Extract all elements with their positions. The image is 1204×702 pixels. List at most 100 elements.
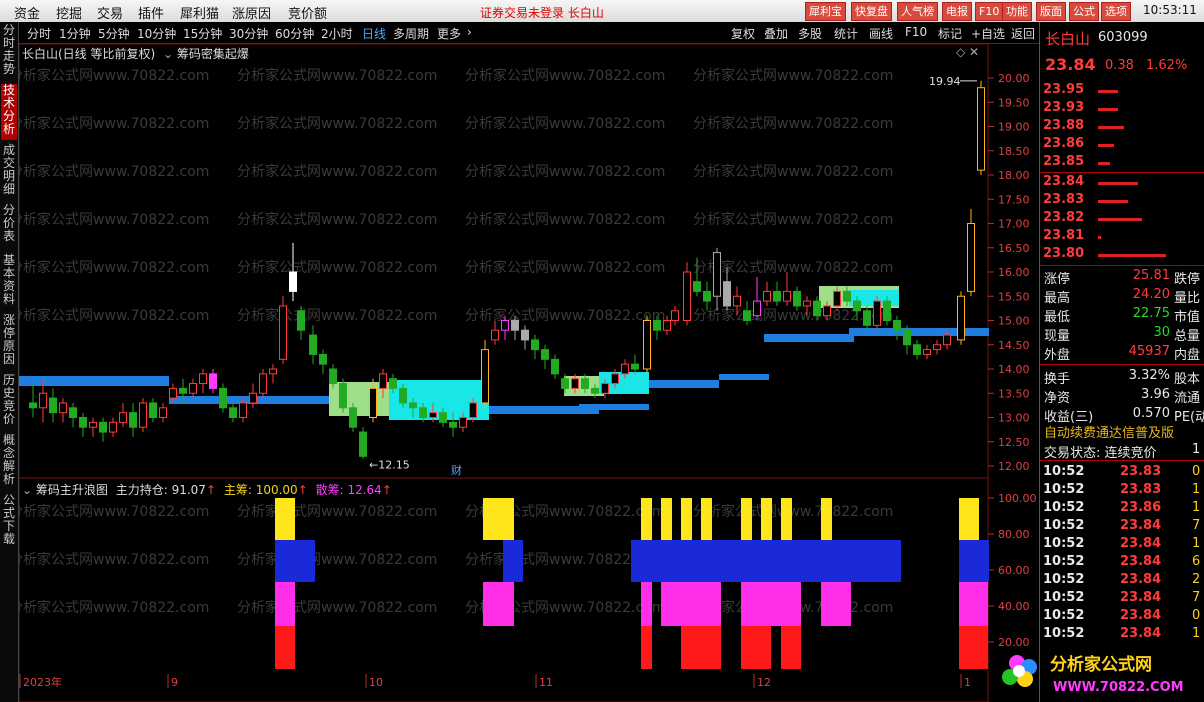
bid-volume-bar	[1098, 236, 1101, 239]
indicator-bar	[959, 626, 988, 669]
tool-overlay[interactable]: 叠加	[764, 25, 788, 42]
tick-price: 23.84	[1120, 626, 1162, 641]
btn-review[interactable]: 快复盘	[851, 2, 892, 21]
indicator-bar	[741, 582, 801, 626]
quote-value: 0.570	[1132, 406, 1170, 421]
quote-value: 25.81	[1132, 268, 1170, 283]
candle-body	[611, 373, 619, 385]
btn-f10[interactable]: F10	[975, 2, 1004, 21]
tool-mark[interactable]: 标记	[938, 25, 962, 42]
logo-cn: 分析家公式网	[1050, 654, 1152, 675]
tab-basic-info[interactable]: 基本资料	[1, 254, 17, 310]
kline-chart[interactable]: 分析家公式网www.70822.com 分析家公式网www.70822.com 分析…	[19, 44, 1039, 478]
ask-price: 23.86	[1043, 136, 1085, 151]
candle-body	[663, 320, 671, 331]
price-axis-label: 12.50	[998, 436, 1030, 449]
tool-back[interactable]: 返回	[1011, 25, 1035, 42]
tool-f10[interactable]: F10	[905, 25, 927, 39]
candle-body	[501, 320, 509, 331]
period-5min[interactable]: 5分钟	[98, 25, 130, 42]
period-2h[interactable]: 2小时	[321, 25, 353, 42]
tab-intraday[interactable]: 分时走势	[1, 24, 17, 80]
menu-plugins[interactable]: 插件	[138, 3, 164, 22]
tool-restore-rights[interactable]: 复权	[731, 25, 755, 42]
tab-formula-download[interactable]: 公式下载	[1, 494, 17, 550]
price-change: 0.38	[1105, 58, 1134, 73]
candle-body	[853, 300, 861, 312]
watermark-text: 分析家公式网www.70822.com	[237, 67, 437, 84]
tool-stats[interactable]: 统计	[834, 25, 858, 42]
chevron-down-icon[interactable]: ⌄	[163, 47, 173, 61]
btn-xilibao[interactable]: 犀利宝	[805, 2, 846, 21]
tool-multi-stock[interactable]: 多股	[798, 25, 822, 42]
period-1min[interactable]: 1分钟	[59, 25, 91, 42]
menu-mining[interactable]: 挖掘	[56, 3, 82, 22]
indicator-chart[interactable]: 分析家公式网www.70822.com 分析家公式网www.70822.com 分析…	[19, 478, 1039, 702]
candle-body	[763, 290, 771, 302]
indicator-bar	[821, 498, 832, 540]
menu-funds[interactable]: 资金	[14, 3, 40, 22]
ask-price: 23.88	[1043, 118, 1085, 133]
btn-hot-list[interactable]: 人气榜	[897, 2, 938, 21]
watermark-text: 分析家公式网www.70822.com	[19, 599, 209, 616]
candle-body	[179, 387, 187, 394]
quote-label: 最高	[1044, 291, 1071, 306]
candle-body	[703, 290, 711, 302]
btn-telegram[interactable]: 电报	[942, 2, 972, 21]
period-intraday[interactable]: 分时	[27, 25, 51, 42]
btn-layout[interactable]: 版面	[1036, 2, 1066, 21]
period-30min[interactable]: 30分钟	[229, 25, 268, 42]
watermark-text: 分析家公式网www.70822.com	[19, 503, 209, 520]
period-15min[interactable]: 15分钟	[183, 25, 222, 42]
tab-limit-reason[interactable]: 涨停原因	[1, 314, 17, 370]
period-daily[interactable]: 日线	[362, 25, 386, 42]
candle-body	[601, 383, 609, 394]
btn-options[interactable]: 选项	[1101, 2, 1131, 21]
tab-history-bid[interactable]: 历史竞价	[1, 374, 17, 430]
watermark-text: 分析家公式网www.70822.com	[465, 259, 665, 276]
chevron-down-icon[interactable]: ⌄	[22, 483, 32, 497]
period-10min[interactable]: 10分钟	[137, 25, 176, 42]
price-axis-label: 19.50	[998, 96, 1030, 109]
candle-body	[239, 402, 247, 419]
chart-indicator-name[interactable]: 筹码密集起爆	[177, 47, 249, 61]
menu-trade[interactable]: 交易	[97, 3, 123, 22]
tab-concept[interactable]: 概念解析	[1, 434, 17, 490]
btn-formula[interactable]: 公式	[1069, 2, 1099, 21]
tool-draw-line[interactable]: 画线	[869, 25, 893, 42]
watermark-text: 分析家公式网www.70822.com	[19, 211, 209, 228]
chevron-right-icon[interactable]: ›	[467, 25, 472, 39]
quote-right-label: 内盘	[1174, 348, 1201, 363]
watermark-text: 分析家公式网www.70822.com	[237, 599, 437, 616]
watermark-text: 分析家公式网www.70822.com	[237, 259, 437, 276]
tab-deals[interactable]: 成交明细	[1, 144, 17, 200]
btn-function[interactable]: 功能	[1002, 2, 1032, 21]
menu-limit-reason[interactable]: 涨原因	[232, 3, 271, 22]
menu-bid-amount[interactable]: 竞价额	[288, 3, 327, 22]
indicator-bar	[741, 498, 752, 540]
price-axis-label: 15.50	[998, 290, 1030, 303]
candle-body	[793, 290, 801, 307]
quote-label: 涨停	[1044, 272, 1071, 287]
period-multi[interactable]: 多周期	[393, 25, 429, 42]
period-more[interactable]: 更多	[437, 25, 461, 42]
price-axis-label: 19.00	[998, 121, 1030, 134]
candle-body	[249, 392, 257, 404]
period-60min[interactable]: 60分钟	[275, 25, 314, 42]
tool-add-favorite[interactable]: +自选	[971, 25, 1005, 42]
chip-band	[579, 404, 649, 410]
indicator-bar	[641, 582, 652, 626]
watermark-text: 分析家公式网www.70822.com	[465, 211, 665, 228]
chart-diamond-icon[interactable]: ◇ ✕	[956, 45, 979, 59]
candle-body	[943, 334, 951, 346]
price-axis-label: 13.50	[998, 387, 1030, 400]
ind-val-main-holding: 主力持仓: 91.07	[115, 483, 206, 497]
candle-body	[581, 378, 589, 389]
tab-technical[interactable]: 技术分析	[1, 84, 17, 140]
menu-xilimao[interactable]: 犀利猫	[180, 3, 219, 22]
candle-body	[389, 378, 397, 389]
tick-price: 23.83	[1120, 482, 1162, 497]
tab-price-table[interactable]: 分价表	[1, 204, 17, 248]
scroll-notice: 自动续费通达信普及版	[1044, 426, 1175, 441]
indicator-title-row: ⌄ 筹码主升浪图 主力持仓: 91.07↑ 主筹: 100.00↑ 散筹: 12…	[22, 483, 392, 497]
